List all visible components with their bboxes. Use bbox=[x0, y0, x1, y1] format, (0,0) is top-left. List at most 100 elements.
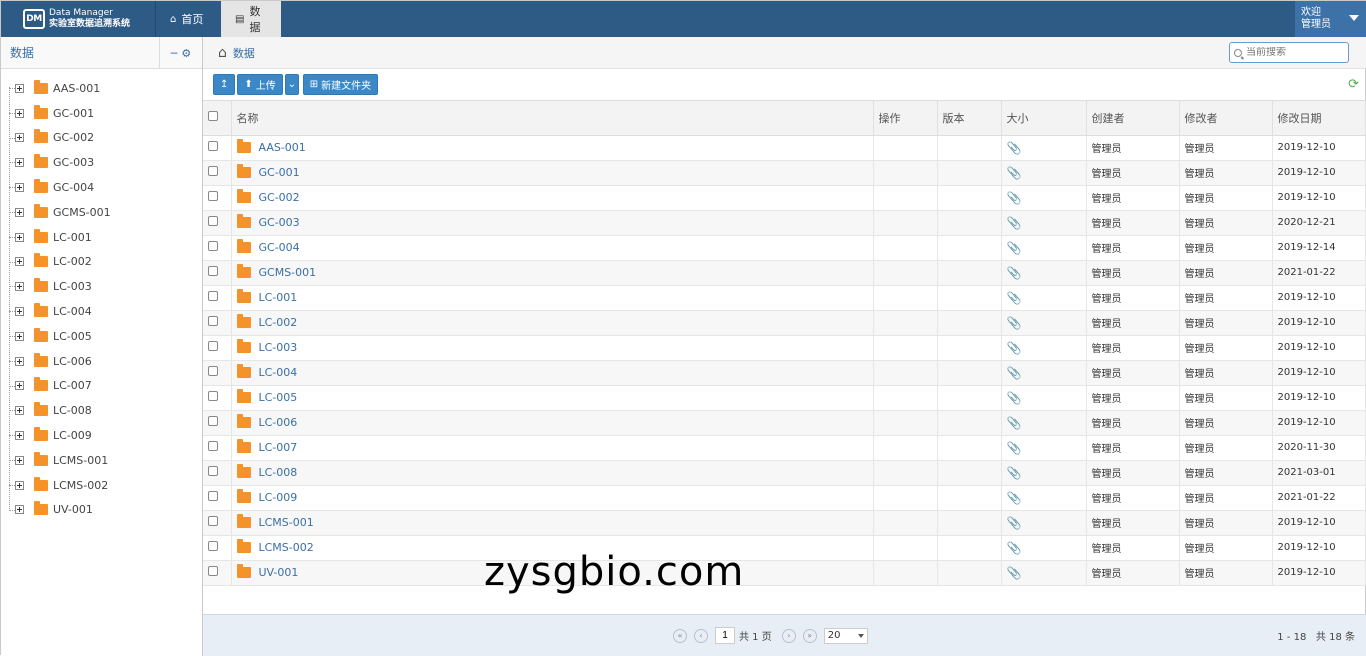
row-checkbox[interactable] bbox=[208, 566, 218, 576]
search-input[interactable] bbox=[1246, 47, 1341, 58]
tab-data[interactable]: ▤ 数据 bbox=[221, 1, 281, 37]
row-checkbox[interactable] bbox=[208, 366, 218, 376]
page-number-input[interactable] bbox=[715, 627, 735, 644]
attachment-icon[interactable]: 📎 bbox=[1007, 466, 1022, 480]
folder-name-link[interactable]: GC-003 bbox=[259, 216, 300, 229]
search-box[interactable] bbox=[1229, 42, 1349, 63]
col-size[interactable]: 大小 bbox=[1001, 101, 1087, 136]
folder-name-link[interactable]: UV-001 bbox=[259, 566, 299, 579]
tree-item[interactable]: LC-008 bbox=[1, 398, 202, 423]
row-checkbox[interactable] bbox=[208, 241, 218, 251]
table-row[interactable]: LCMS-002 📎 管理员 管理员 2019-12-10 bbox=[203, 535, 1366, 561]
folder-name-link[interactable]: GC-002 bbox=[259, 191, 300, 204]
table-row[interactable]: AAS-001 📎 管理员 管理员 2019-12-10 bbox=[203, 135, 1366, 161]
expand-icon[interactable] bbox=[15, 431, 24, 441]
tab-home[interactable]: ⌂ 首页 bbox=[156, 1, 221, 37]
expand-icon[interactable] bbox=[15, 356, 24, 366]
page-size-select[interactable]: 20 bbox=[823, 627, 868, 644]
col-creator[interactable]: 创建者 bbox=[1086, 101, 1180, 136]
expand-icon[interactable] bbox=[15, 282, 24, 292]
expand-icon[interactable] bbox=[15, 108, 24, 118]
attachment-icon[interactable]: 📎 bbox=[1007, 391, 1022, 405]
table-row[interactable]: GC-003 📎 管理员 管理员 2020-12-21 bbox=[203, 210, 1366, 236]
expand-icon[interactable] bbox=[15, 381, 24, 391]
row-checkbox[interactable] bbox=[208, 191, 218, 201]
table-row[interactable]: LC-008 📎 管理员 管理员 2021-03-01 bbox=[203, 460, 1366, 486]
home-icon[interactable]: ⌂ bbox=[218, 45, 227, 61]
expand-icon[interactable] bbox=[15, 455, 24, 465]
expand-icon[interactable] bbox=[15, 406, 24, 416]
tree-item[interactable]: GC-003 bbox=[1, 150, 202, 175]
table-row[interactable]: LC-003 📎 管理员 管理员 2019-12-10 bbox=[203, 335, 1366, 361]
table-row[interactable]: LC-004 📎 管理员 管理员 2019-12-10 bbox=[203, 360, 1366, 386]
go-up-button[interactable]: ↥ bbox=[213, 74, 236, 95]
tree-item[interactable]: LC-002 bbox=[1, 250, 202, 275]
prev-page-icon[interactable]: ‹ bbox=[694, 628, 708, 643]
table-row[interactable]: GC-002 📎 管理员 管理员 2019-12-10 bbox=[203, 185, 1366, 211]
expand-icon[interactable] bbox=[15, 133, 24, 143]
folder-name-link[interactable]: LC-006 bbox=[259, 416, 298, 429]
expand-icon[interactable] bbox=[15, 232, 24, 242]
new-folder-button[interactable]: ⊞ 新建文件夹 bbox=[302, 74, 379, 95]
tree-item[interactable]: UV-001 bbox=[1, 498, 202, 523]
attachment-icon[interactable]: 📎 bbox=[1007, 491, 1022, 505]
row-checkbox[interactable] bbox=[208, 491, 218, 501]
attachment-icon[interactable]: 📎 bbox=[1007, 141, 1022, 155]
col-modifier[interactable]: 修改者 bbox=[1179, 101, 1273, 136]
tree-item[interactable]: LC-007 bbox=[1, 374, 202, 399]
collapse-all-icon[interactable]: ─ bbox=[171, 47, 178, 60]
folder-name-link[interactable]: LC-009 bbox=[259, 491, 298, 504]
table-row[interactable]: GC-001 📎 管理员 管理员 2019-12-10 bbox=[203, 160, 1366, 186]
col-name[interactable]: 名称 bbox=[231, 101, 874, 136]
folder-name-link[interactable]: LC-001 bbox=[259, 291, 298, 304]
folder-name-link[interactable]: LC-008 bbox=[259, 466, 298, 479]
folder-name-link[interactable]: LC-005 bbox=[259, 391, 298, 404]
attachment-icon[interactable]: 📎 bbox=[1007, 416, 1022, 430]
folder-name-link[interactable]: AAS-001 bbox=[259, 141, 306, 154]
next-page-icon[interactable]: › bbox=[781, 628, 796, 643]
tree-item[interactable]: LC-003 bbox=[1, 274, 202, 299]
row-checkbox[interactable] bbox=[208, 166, 218, 176]
row-checkbox[interactable] bbox=[208, 391, 218, 401]
row-checkbox[interactable] bbox=[208, 316, 218, 326]
attachment-icon[interactable]: 📎 bbox=[1007, 541, 1022, 555]
table-row[interactable]: LC-005 📎 管理员 管理员 2019-12-10 bbox=[203, 385, 1366, 411]
row-checkbox[interactable] bbox=[208, 266, 218, 276]
attachment-icon[interactable]: 📎 bbox=[1007, 516, 1022, 530]
table-row[interactable]: GCMS-001 📎 管理员 管理员 2021-01-22 bbox=[203, 260, 1366, 286]
folder-name-link[interactable]: LC-003 bbox=[259, 341, 298, 354]
attachment-icon[interactable]: 📎 bbox=[1007, 341, 1022, 355]
brand[interactable]: DM Data Manager 实验室数据追溯系统 bbox=[1, 1, 156, 37]
user-menu[interactable]: 欢迎 管理员 bbox=[1295, 1, 1366, 37]
folder-name-link[interactable]: LC-002 bbox=[259, 316, 298, 329]
settings-icon[interactable]: ⚙ bbox=[181, 47, 191, 60]
tree-item[interactable]: LC-001 bbox=[1, 225, 202, 250]
attachment-icon[interactable]: 📎 bbox=[1007, 366, 1022, 380]
refresh-icon[interactable]: ⟳ bbox=[1348, 77, 1359, 92]
expand-icon[interactable] bbox=[15, 183, 24, 193]
upload-button[interactable]: ⬆ 上传 bbox=[237, 74, 283, 95]
attachment-icon[interactable]: 📎 bbox=[1007, 241, 1022, 255]
expand-icon[interactable] bbox=[15, 307, 24, 317]
table-row[interactable]: LC-002 📎 管理员 管理员 2019-12-10 bbox=[203, 310, 1366, 336]
attachment-icon[interactable]: 📎 bbox=[1007, 216, 1022, 230]
tree-item[interactable]: GCMS-001 bbox=[1, 200, 202, 225]
folder-name-link[interactable]: LCMS-001 bbox=[259, 516, 314, 529]
attachment-icon[interactable]: 📎 bbox=[1007, 566, 1022, 580]
table-row[interactable]: LCMS-001 📎 管理员 管理员 2019-12-10 bbox=[203, 510, 1366, 536]
tree-item[interactable]: GC-001 bbox=[1, 101, 202, 126]
row-checkbox[interactable] bbox=[208, 341, 218, 351]
tree-item[interactable]: LC-005 bbox=[1, 324, 202, 349]
row-checkbox[interactable] bbox=[208, 441, 218, 451]
folder-name-link[interactable]: GC-004 bbox=[259, 241, 300, 254]
folder-name-link[interactable]: LC-007 bbox=[259, 441, 298, 454]
expand-icon[interactable] bbox=[15, 480, 24, 490]
breadcrumb-current[interactable]: 数据 bbox=[233, 45, 255, 61]
attachment-icon[interactable]: 📎 bbox=[1007, 291, 1022, 305]
attachment-icon[interactable]: 📎 bbox=[1007, 166, 1022, 180]
expand-icon[interactable] bbox=[15, 257, 24, 267]
folder-name-link[interactable]: GCMS-001 bbox=[259, 266, 317, 279]
table-row[interactable]: LC-007 📎 管理员 管理员 2020-11-30 bbox=[203, 435, 1366, 461]
row-checkbox[interactable] bbox=[208, 216, 218, 226]
col-date[interactable]: 修改日期 bbox=[1272, 101, 1366, 136]
